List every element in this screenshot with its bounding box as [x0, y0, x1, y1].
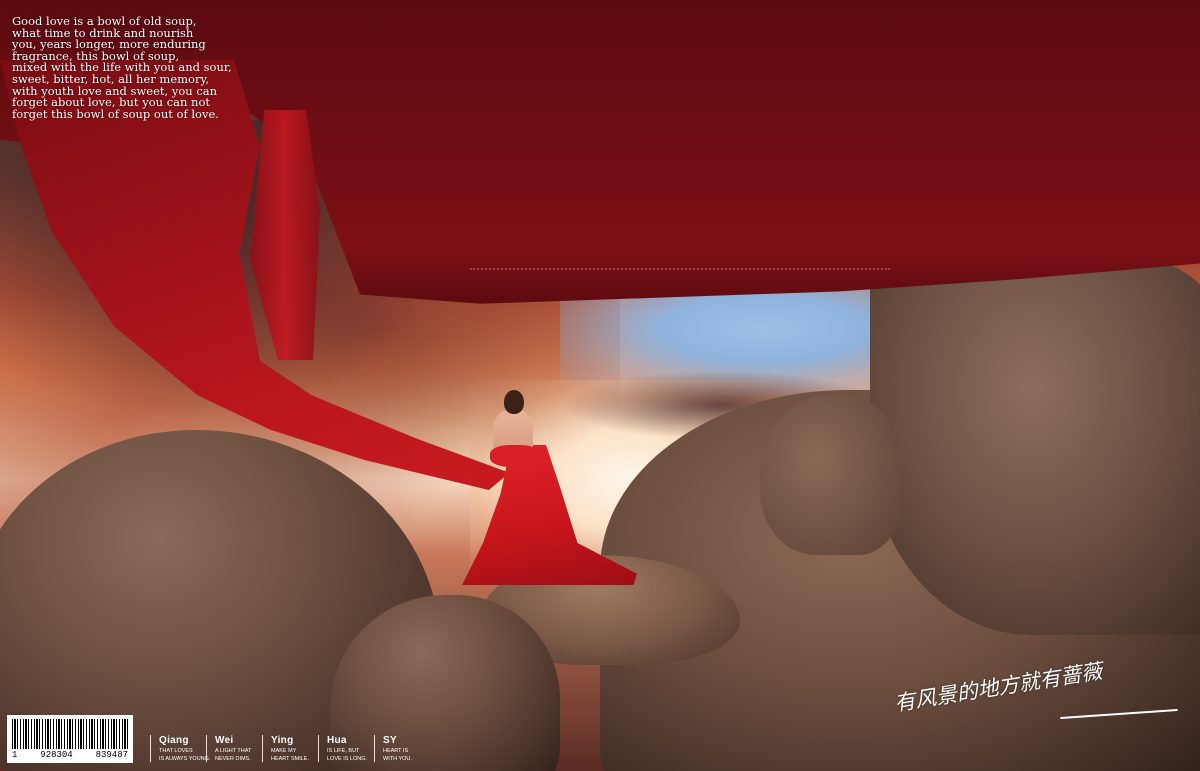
barcode-bars — [12, 719, 128, 749]
dress-waist — [490, 445, 540, 467]
tag-sub: IS ALWAYS YOUNG. — [159, 756, 211, 762]
wedding-photo-page: Good love is a bowl of old soup, what ti… — [0, 0, 1200, 771]
tag-name: Qiang — [159, 735, 189, 746]
tag-sub: THAT LOVES — [159, 748, 193, 754]
poem-line: forget this bowl of soup out of love. — [12, 106, 219, 121]
tag-qiang: Qiang THAT LOVES IS ALWAYS YOUNG. — [150, 735, 212, 762]
tag-sub: WITH YOU. — [383, 756, 412, 762]
tag-hua: Hua IS LIFE, BUT LOVE IS LONG. — [318, 735, 380, 762]
barcode-number: 1 928304 839487 — [12, 750, 128, 760]
poem-text: Good love is a bowl of old soup, what ti… — [12, 15, 242, 121]
tag-name: Ying — [271, 735, 294, 746]
tag-sub: LOVE IS LONG. — [327, 756, 368, 762]
tag-name: Wei — [215, 735, 234, 746]
tag-name: Hua — [327, 735, 347, 746]
tag-ying: Ying MAKE MY HEART SMILE. — [262, 735, 324, 762]
name-tags: Qiang THAT LOVES IS ALWAYS YOUNG. Wei A … — [150, 735, 430, 762]
tag-sub: IS LIFE, BUT — [327, 748, 360, 754]
rock-right-upper — [870, 255, 1200, 635]
tag-sub: HEART IS — [383, 748, 409, 754]
tag-sub: HEART SMILE. — [271, 756, 310, 762]
fabric-hem — [470, 268, 890, 274]
barcode-digit: 1 — [12, 750, 18, 760]
barcode: 1 928304 839487 — [7, 715, 133, 763]
woman-head — [504, 390, 524, 414]
rock-right-edge — [760, 395, 900, 555]
tag-sub: A LIGHT THAT — [215, 748, 252, 754]
barcode-group-2: 839487 — [95, 750, 128, 760]
tag-sy: SY HEART IS WITH YOU. — [374, 735, 436, 762]
barcode-group-1: 928304 — [40, 750, 73, 760]
tag-sub: MAKE MY — [271, 748, 297, 754]
tag-sub: NEVER DIMS. — [215, 756, 251, 762]
tag-name: SY — [383, 735, 397, 746]
tag-wei: Wei A LIGHT THAT NEVER DIMS. — [206, 735, 268, 762]
